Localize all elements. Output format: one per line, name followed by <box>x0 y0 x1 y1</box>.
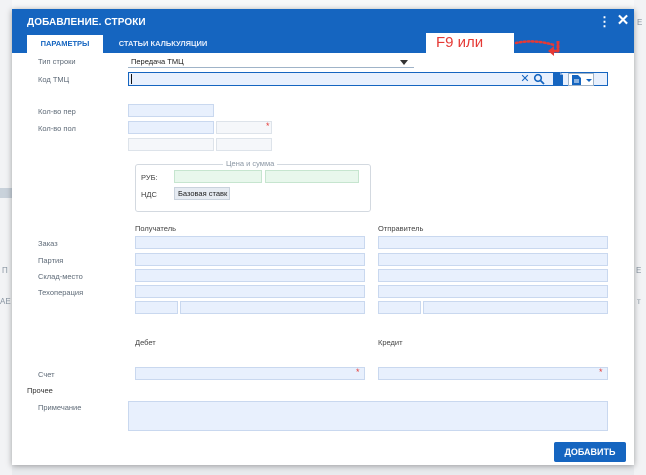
sender-techop-input[interactable] <box>378 285 608 298</box>
other-section-label: Прочее <box>27 386 53 395</box>
order-label: Заказ <box>38 239 58 248</box>
required-marker: * <box>599 367 603 377</box>
add-button[interactable]: ДОБАВИТЬ <box>554 442 626 462</box>
credit-account-input[interactable] <box>378 367 608 380</box>
qty-pol-unit[interactable] <box>216 121 272 134</box>
code-label: Код ТМЦ <box>38 75 70 84</box>
row-type-label: Тип строки <box>38 57 76 66</box>
credit-label: Кредит <box>378 338 403 347</box>
qty-per-input[interactable] <box>128 104 214 117</box>
price-input[interactable] <box>174 170 262 183</box>
vat-select[interactable]: Базовая ставк <box>174 187 230 200</box>
more-vert-icon[interactable]: ⋮ <box>598 15 611 29</box>
background-fragment: АЕ <box>0 297 11 306</box>
required-marker: * <box>266 121 270 131</box>
background-fragment: П <box>2 266 8 275</box>
chevron-down-icon[interactable] <box>400 60 408 65</box>
recipient-batch-input[interactable] <box>135 253 365 266</box>
note-textarea[interactable] <box>128 401 608 431</box>
batch-label: Партия <box>38 256 64 265</box>
annotation-text: F9 или <box>426 33 514 53</box>
tab-cost-items[interactable]: СТАТЬИ КАЛЬКУЛЯЦИИ <box>108 35 218 53</box>
add-row-dialog: ДОБАВЛЕНИЕ. СТРОКИ ⋮ ✕ ПАРАМЕТРЫ СТАТЬИ … <box>12 9 634 465</box>
background-fragment: Е <box>637 18 643 27</box>
required-marker: * <box>356 367 360 377</box>
qty-extra-input[interactable] <box>128 138 214 151</box>
sender-extra-input[interactable] <box>423 301 608 314</box>
recipient-techop-input[interactable] <box>135 285 365 298</box>
qty-per-label: Кол-во пер <box>38 107 76 116</box>
recipient-order-input[interactable] <box>135 236 365 249</box>
warehouse-label: Склад-место <box>38 272 83 281</box>
document-dropdown-button[interactable] <box>568 73 594 86</box>
price-group-title: Цена и сумма <box>223 159 278 168</box>
vat-label: НДС <box>141 190 157 199</box>
sender-extra-short-input[interactable] <box>378 301 421 314</box>
search-icon[interactable] <box>533 73 545 85</box>
sender-order-input[interactable] <box>378 236 608 249</box>
background-left-strip <box>0 0 12 475</box>
chevron-down-icon <box>586 79 592 82</box>
sender-label: Отправитель <box>378 224 424 233</box>
document-icon[interactable] <box>552 72 564 86</box>
close-icon[interactable]: ✕ <box>616 13 630 28</box>
recipient-extra-short-input[interactable] <box>135 301 178 314</box>
recipient-warehouse-input[interactable] <box>135 269 365 282</box>
sender-warehouse-input[interactable] <box>378 269 608 282</box>
qty-pol-label: Кол-во пол <box>38 124 76 133</box>
clear-icon[interactable]: ✕ <box>520 73 530 85</box>
recipient-label: Получатель <box>135 224 176 233</box>
text-cursor <box>131 74 132 84</box>
note-label: Примечание <box>38 403 82 412</box>
account-label: Счет <box>38 370 55 379</box>
dialog-title: ДОБАВЛЕНИЕ. СТРОКИ <box>27 17 146 28</box>
debit-account-input[interactable] <box>135 367 365 380</box>
qty-extra-unit[interactable] <box>216 138 272 151</box>
techop-label: Техоперация <box>38 288 84 297</box>
document-lines-icon <box>572 75 581 85</box>
sender-batch-input[interactable] <box>378 253 608 266</box>
recipient-extra-input[interactable] <box>180 301 365 314</box>
sum-input[interactable] <box>265 170 359 183</box>
currency-label: РУБ: <box>141 173 158 182</box>
qty-pol-input[interactable] <box>128 121 214 134</box>
tab-parameters[interactable]: ПАРАМЕТРЫ <box>27 35 103 53</box>
background-fragment: т <box>637 297 641 306</box>
row-type-select[interactable]: Передача ТМЦ <box>128 55 414 68</box>
debit-label: Дебет <box>135 338 156 347</box>
annotation-arrow-head <box>548 41 560 56</box>
background-right-strip <box>634 0 646 475</box>
background-fragment: Е <box>636 266 642 275</box>
background-bar <box>0 188 12 198</box>
